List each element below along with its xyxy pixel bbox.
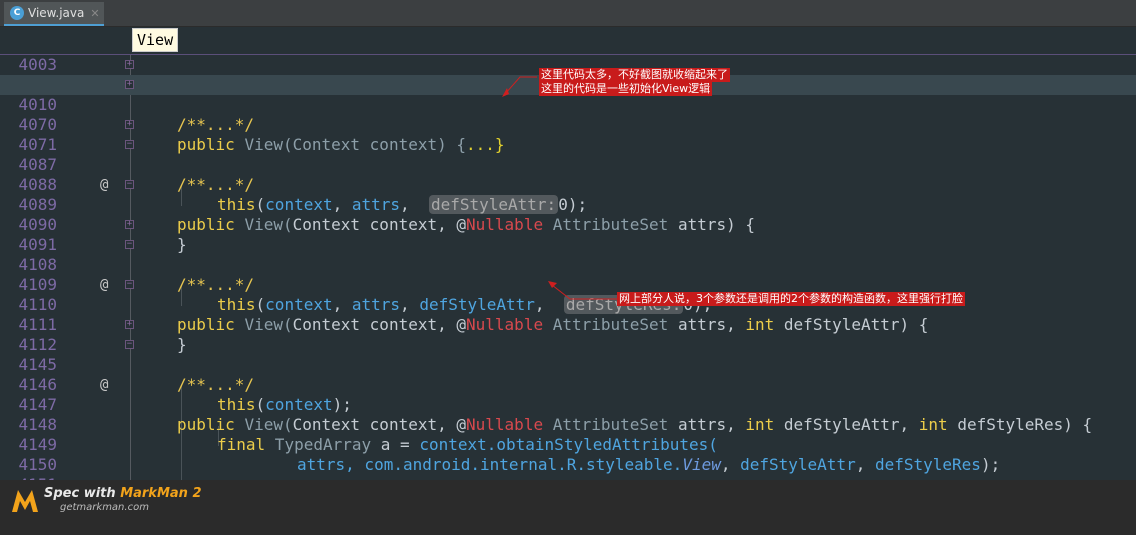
fold-expand-icon[interactable]: + [125, 80, 134, 89]
java-class-icon: C [10, 6, 24, 20]
footer-site: getmarkman.com [60, 502, 149, 513]
code-line: 4146 this(context); [0, 355, 1136, 414]
fold-expand-icon[interactable]: + [125, 120, 134, 129]
editor-tab-bar: C View.java ✕ [0, 0, 1136, 27]
fold-collapse-icon[interactable]: − [125, 240, 134, 249]
code-line: 4151 if (mDebugViewAttributes) { [0, 455, 1136, 514]
fold-collapse-icon[interactable]: − [125, 340, 134, 349]
code-line: 4070 [0, 95, 1136, 134]
code-line: 4149 attrs, com.android.internal.R.style… [0, 415, 1136, 474]
code-line: 4145 @ − public View(Context context, @N… [0, 335, 1136, 435]
code-line: 4090 [0, 195, 1136, 234]
fold-expand-icon[interactable]: + [125, 220, 134, 229]
fold-end-icon[interactable]: − [125, 280, 134, 289]
markman-footer: Spec with MarkMan 2 getmarkman.com [0, 480, 1136, 519]
code-line: 4087 @ − public View(Context context, @N… [0, 135, 1136, 235]
code-line: 4150 [0, 435, 1136, 474]
tab-title: View.java [28, 6, 85, 20]
code-line: 4147 [0, 375, 1136, 414]
code-line: 4091 + /**...*/ [0, 215, 1136, 295]
fold-collapse-icon[interactable]: − [125, 140, 134, 149]
brand-prefix: Spec with [44, 486, 121, 501]
code-line: 4088 this(context, attrs, defStyleAttr: 0… [0, 155, 1136, 214]
brand-name: MarkMan 2 [120, 486, 202, 501]
tab-view-java[interactable]: C View.java ✕ [4, 2, 104, 26]
code-line: 4111 [0, 295, 1136, 334]
code-line: 4109 this(context, attrs, defStyleAttr, … [0, 255, 1136, 314]
markman-logo-icon [12, 490, 38, 512]
code-line: 4110 − } [0, 275, 1136, 355]
fold-expand-icon[interactable]: + [125, 320, 134, 329]
annotation-note: 这里的代码是一些初始化View逻辑 [539, 82, 713, 96]
code-line: 4112 + /**...*/ [0, 315, 1136, 395]
code-line: 4108 @ − public View(Context context, @N… [0, 235, 1136, 335]
annotation-note: 网上部分人说，3个参数还是调用的2个参数的构造函数，这里强行打脸 [617, 292, 965, 306]
fold-expand-icon[interactable]: + [125, 60, 134, 69]
code-line: 4148 final TypedArray a = context.obtain… [0, 395, 1136, 454]
code-editor[interactable]: View 4003 4004 + /**...*/ 4010 + public … [0, 27, 1136, 514]
annotation-note: 这里代码太多，不好截图就收缩起来了 [539, 68, 730, 82]
footer-brand: Spec with MarkMan 2 [44, 486, 202, 501]
fold-end-icon[interactable]: − [125, 180, 134, 189]
code-line: 4003 [0, 35, 1136, 74]
code-line: 4089 − } [0, 175, 1136, 255]
close-icon[interactable]: ✕ [90, 7, 99, 20]
code-line: 4071 + /**...*/ [0, 115, 1136, 195]
